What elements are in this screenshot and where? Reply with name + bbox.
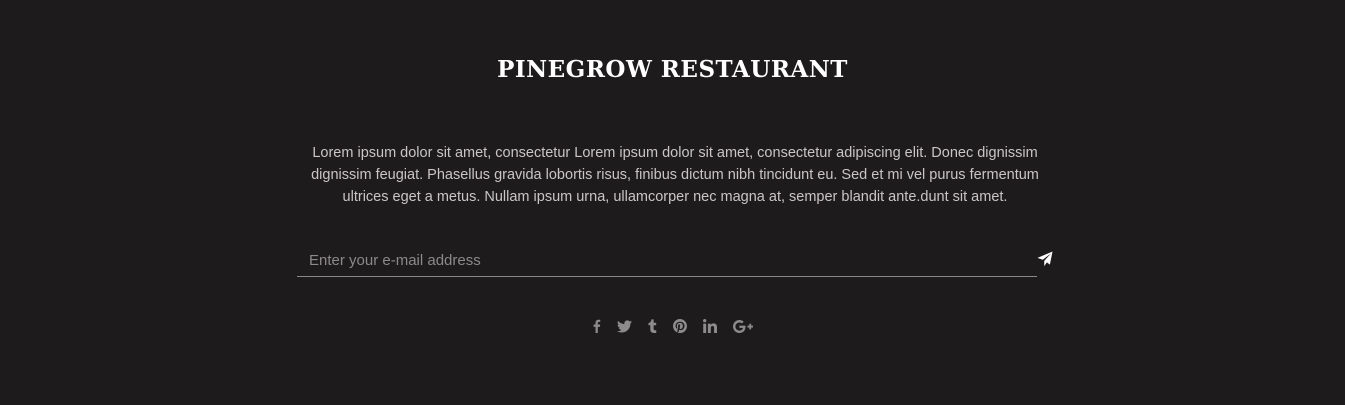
facebook-link[interactable] xyxy=(592,316,601,336)
email-input[interactable] xyxy=(297,244,1037,277)
brand-title: PINEGROW RESTAURANT xyxy=(497,56,848,83)
subscribe-form xyxy=(297,244,1057,278)
linkedin-link[interactable] xyxy=(703,316,717,336)
google-plus-link[interactable] xyxy=(733,316,753,336)
paper-plane-icon xyxy=(1037,251,1053,267)
social-links xyxy=(0,316,1345,336)
twitter-link[interactable] xyxy=(617,316,632,336)
tumblr-icon xyxy=(648,319,657,333)
twitter-icon xyxy=(617,319,632,332)
tumblr-link[interactable] xyxy=(648,316,657,336)
footer-description: Lorem ipsum dolor sit amet, consectetur … xyxy=(311,145,1039,205)
google-plus-icon xyxy=(733,319,753,333)
pinterest-link[interactable] xyxy=(673,316,687,336)
send-button[interactable] xyxy=(1035,250,1055,270)
linkedin-icon xyxy=(703,319,717,333)
pinterest-icon xyxy=(673,319,687,333)
facebook-icon xyxy=(593,319,601,333)
footer: PINEGROW RESTAURANT Lorem ipsum dolor si… xyxy=(0,0,1345,405)
